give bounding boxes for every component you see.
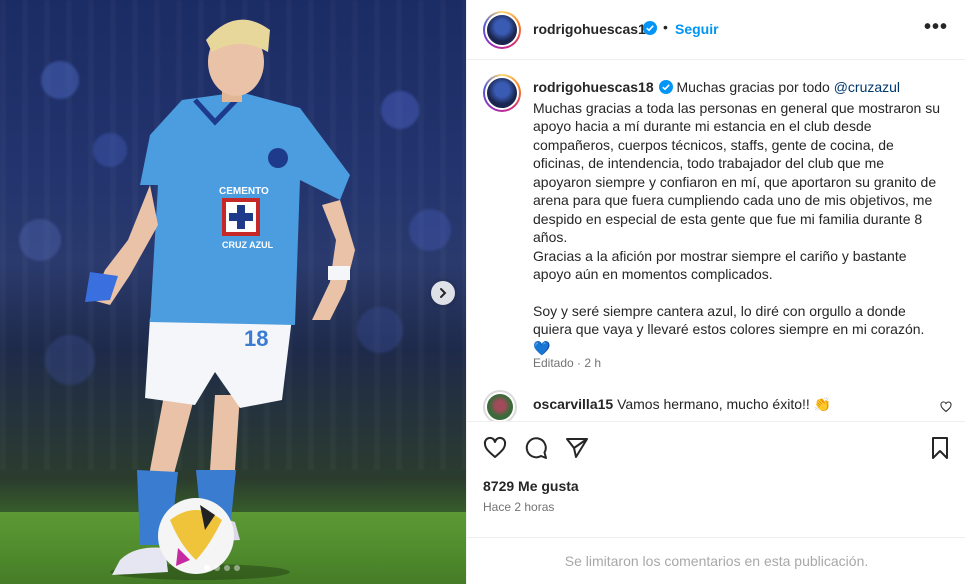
likes-count[interactable]: 8729 Me gusta bbox=[483, 478, 579, 494]
svg-text:CRUZ AZUL: CRUZ AZUL bbox=[222, 240, 274, 250]
carousel-dots bbox=[204, 565, 240, 571]
commenter-username[interactable]: oscarvilla15 bbox=[533, 396, 613, 412]
carousel-dot bbox=[224, 565, 230, 571]
clap-emoji: 👏 bbox=[813, 396, 832, 412]
carousel-next-button[interactable] bbox=[431, 281, 455, 305]
commenter-avatar[interactable] bbox=[483, 390, 517, 421]
caption-paragraph: Muchas gracias a toda las personas en ge… bbox=[533, 99, 941, 246]
post-panel: rodrigohuescas18 • Seguir ••• rodrigohue… bbox=[466, 0, 965, 584]
comment-text: oscarvilla15 Vamos hermano, mucho éxito!… bbox=[533, 396, 831, 413]
author-avatar[interactable] bbox=[483, 11, 521, 49]
caption-paragraph: Gracias a la afición por mostrar siempre… bbox=[533, 247, 907, 283]
post-caption: rodrigohuescas18 Muchas gracias por todo… bbox=[533, 78, 943, 357]
author-username[interactable]: rodrigohuescas18 bbox=[533, 21, 654, 37]
follow-button[interactable]: Seguir bbox=[675, 21, 719, 37]
post-header: rodrigohuescas18 • Seguir ••• bbox=[467, 0, 965, 60]
carousel-dot bbox=[214, 565, 220, 571]
bookmark-icon[interactable] bbox=[928, 436, 952, 465]
comment-like-heart-icon[interactable] bbox=[940, 400, 952, 418]
separator-dot: • bbox=[663, 19, 668, 35]
post-actions bbox=[467, 422, 965, 472]
caption-username[interactable]: rodrigohuescas18 bbox=[533, 79, 654, 95]
comment-body: Vamos hermano, mucho éxito!! bbox=[617, 396, 810, 412]
comment-icon[interactable] bbox=[524, 436, 548, 465]
player-illustration: 18 CEMENTO CRUZ AZUL bbox=[85, 19, 355, 580]
verified-badge-icon bbox=[643, 21, 657, 40]
blue-heart-emoji: 💙 bbox=[533, 339, 551, 356]
comment-item: oscarvilla15 Vamos hermano, mucho éxito!… bbox=[467, 386, 965, 421]
svg-text:CEMENTO: CEMENTO bbox=[219, 186, 269, 197]
post-photo[interactable]: 18 CEMENTO CRUZ AZUL bbox=[0, 0, 466, 584]
more-options-icon[interactable]: ••• bbox=[924, 16, 948, 39]
edited-timestamp: Editado · 2 h bbox=[533, 356, 602, 370]
comments-limited-text: Se limitaron los comentarios en esta pub… bbox=[564, 553, 869, 569]
caption-mention[interactable]: @cruzazul bbox=[834, 79, 900, 95]
caption-paragraph: Soy y seré siempre cantera azul, lo diré… bbox=[533, 302, 925, 338]
comments-disabled-notice: Se limitaron los comentarios en esta pub… bbox=[467, 537, 965, 584]
verified-badge-icon bbox=[658, 80, 673, 99]
caption-lead: Muchas gracias por todo bbox=[676, 79, 830, 95]
chevron-right-icon bbox=[440, 288, 447, 298]
svg-text:18: 18 bbox=[244, 326, 268, 351]
comments-area[interactable]: rodrigohuescas18 Muchas gracias por todo… bbox=[467, 60, 965, 422]
carousel-dot bbox=[234, 565, 240, 571]
post-time[interactable]: Hace 2 horas bbox=[483, 500, 554, 514]
caption-avatar[interactable] bbox=[483, 74, 521, 112]
carousel-dot bbox=[204, 565, 210, 571]
paper-plane-icon[interactable] bbox=[565, 436, 589, 465]
heart-icon[interactable] bbox=[483, 436, 507, 465]
